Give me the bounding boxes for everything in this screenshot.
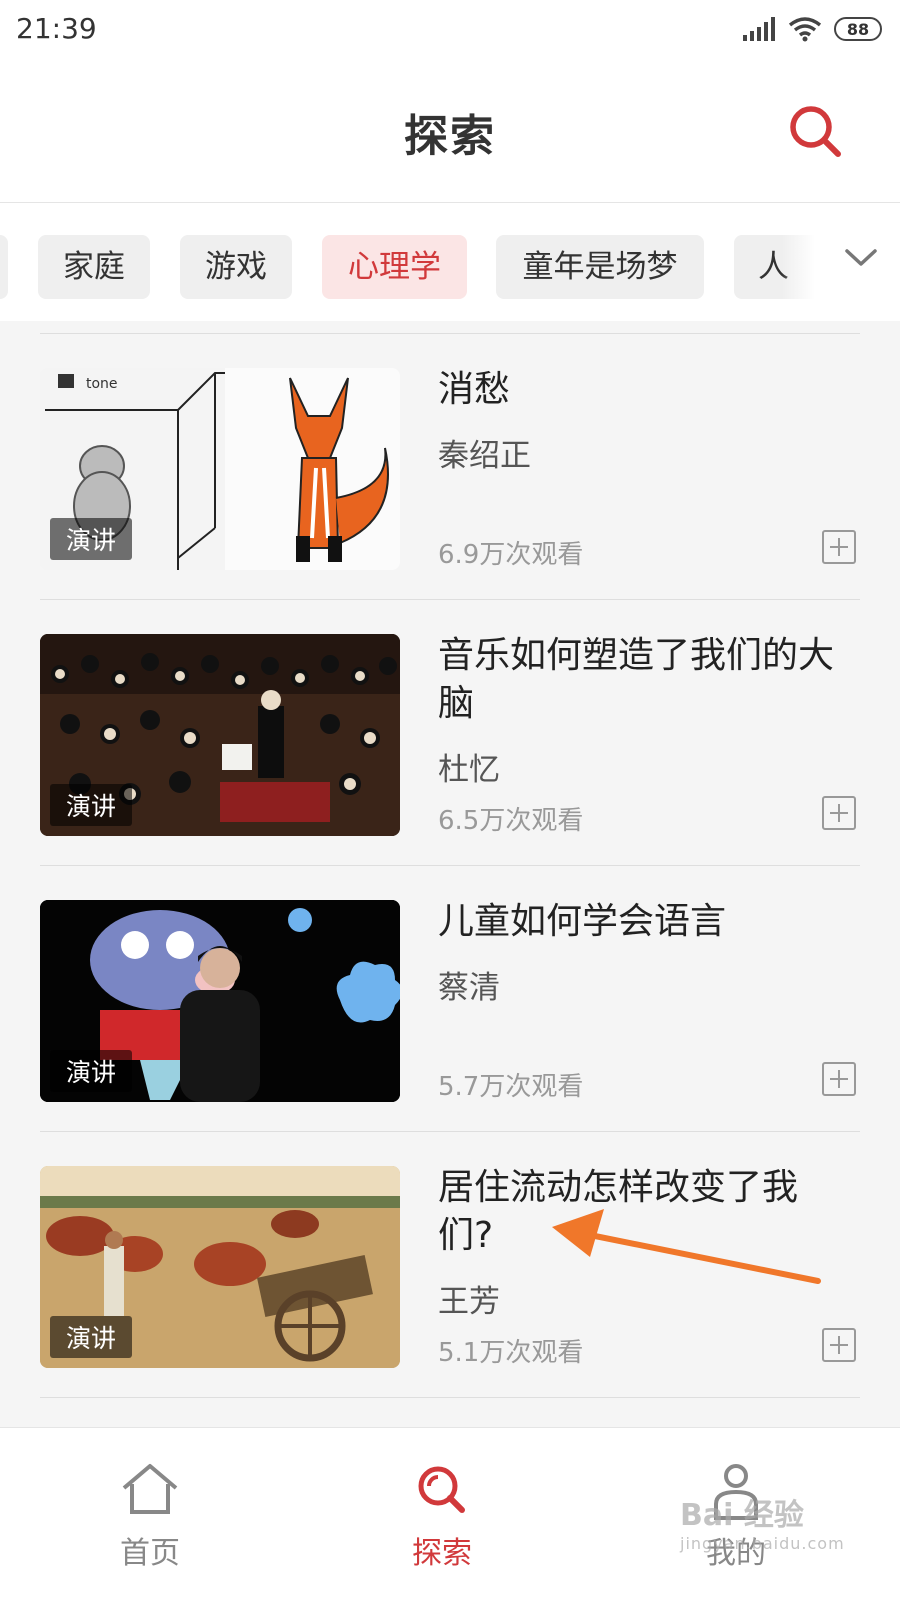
header: 探索 bbox=[0, 62, 900, 203]
watermark: Bai 经验 jingyan.baidu.com bbox=[680, 1490, 845, 1553]
watermark-brand: Bai 经验 bbox=[680, 1498, 804, 1533]
nav-home[interactable]: 首页 bbox=[0, 1428, 300, 1601]
signal-icon bbox=[743, 17, 775, 41]
chevron-down-icon bbox=[845, 249, 877, 266]
search-icon bbox=[418, 1466, 465, 1513]
search-button[interactable] bbox=[784, 100, 848, 164]
tab-psychology[interactable]: 心理学 bbox=[322, 235, 467, 299]
tab-family[interactable]: 家庭 bbox=[38, 235, 150, 299]
bottom-nav: 首页 探索 我的 Bai 经验 jingyan.baidu.com bbox=[0, 1427, 900, 1601]
tab-childhood-dream[interactable]: 童年是场梦 bbox=[496, 235, 704, 299]
nav-explore[interactable]: 探索 bbox=[292, 1428, 592, 1601]
nav-explore-label: 探索 bbox=[412, 1536, 472, 1571]
status-icons: 88 bbox=[742, 16, 882, 42]
status-bar: 21:39 88 bbox=[0, 0, 900, 62]
category-tabs: 家庭 游戏 心理学 童年是场梦 人 bbox=[0, 203, 900, 321]
expand-tabs-button[interactable] bbox=[782, 203, 900, 321]
search-icon bbox=[790, 106, 841, 157]
nav-home-label: 首页 bbox=[120, 1536, 180, 1571]
page-title: 探索 bbox=[404, 111, 496, 162]
status-time: 21:39 bbox=[16, 12, 97, 45]
video-list: tone 演讲 消愁 秦绍正 6.9万次观看 演讲 音乐如何塑造了我们的大脑 杜… bbox=[0, 321, 900, 1427]
wifi-icon bbox=[788, 17, 822, 42]
tab-partial-left[interactable] bbox=[0, 235, 8, 299]
annotation-arrow bbox=[552, 1209, 821, 1284]
tab-games[interactable]: 游戏 bbox=[180, 235, 292, 299]
battery-indicator: 88 bbox=[834, 17, 882, 41]
home-icon bbox=[122, 1464, 178, 1514]
watermark-url: jingyan.baidu.com bbox=[680, 1534, 845, 1553]
